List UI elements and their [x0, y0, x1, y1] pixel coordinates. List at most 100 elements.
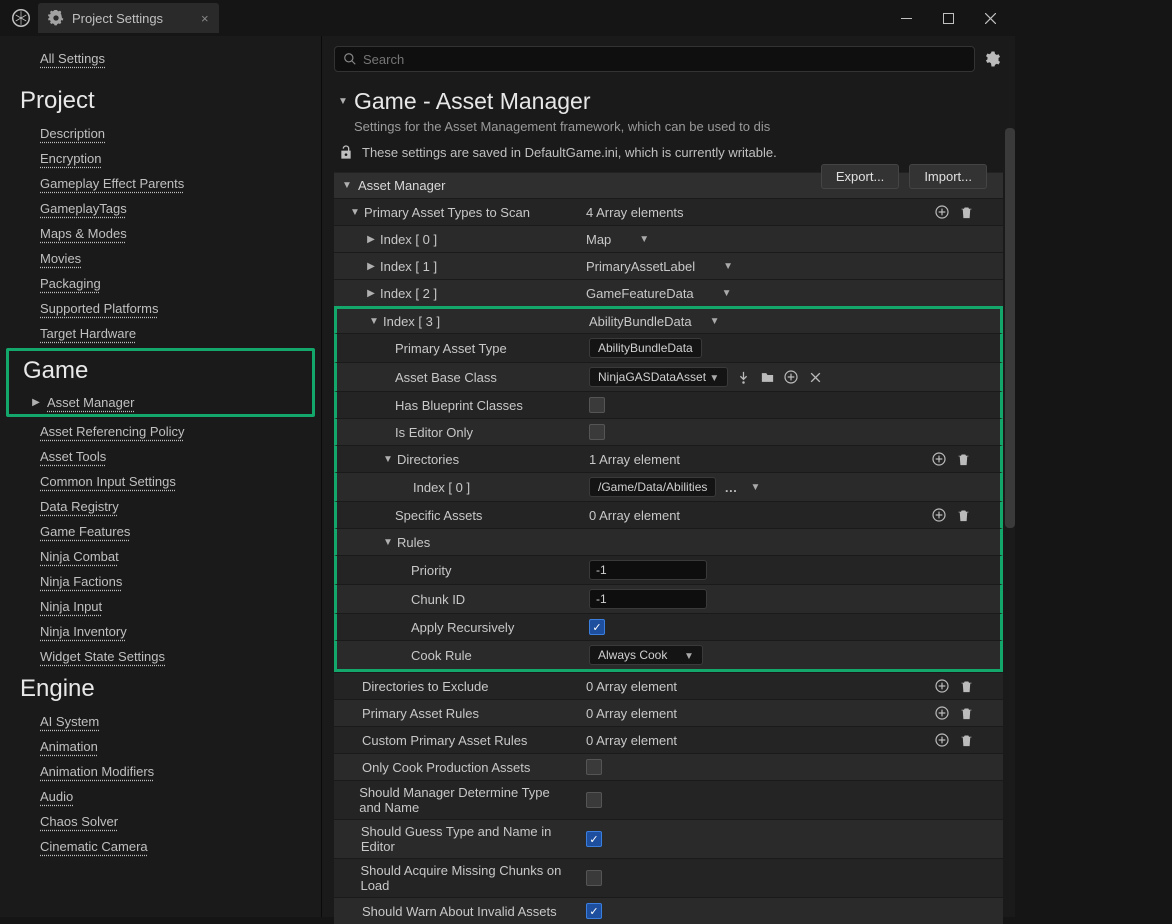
path-input[interactable]: /Game/Data/Abilities: [589, 477, 716, 497]
collapse-icon[interactable]: ▼: [383, 454, 393, 465]
struct-dropdown[interactable]: AbilityBundleData▼: [589, 314, 720, 329]
add-new-icon[interactable]: [782, 368, 800, 386]
sidebar-item-audio[interactable]: Audio: [0, 784, 321, 809]
ini-message: These settings are saved in DefaultGame.…: [362, 145, 777, 160]
collapse-icon[interactable]: ▼: [369, 316, 379, 327]
prop-label: Cook Rule: [411, 648, 472, 663]
expand-icon[interactable]: ▶: [366, 261, 376, 272]
prop-label: Should Warn About Invalid Assets: [362, 904, 557, 919]
checkbox[interactable]: [586, 831, 602, 847]
struct-dropdown[interactable]: Map▼: [586, 232, 649, 247]
prop-label: Chunk ID: [411, 592, 465, 607]
index-label: Index [ 0 ]: [413, 480, 470, 495]
prop-label: Primary Asset Type: [395, 341, 507, 356]
use-selected-icon[interactable]: [734, 368, 752, 386]
sidebar-item-ninja-inventory[interactable]: Ninja Inventory: [0, 619, 321, 644]
expand-icon[interactable]: ▶: [366, 234, 376, 245]
number-input[interactable]: -1: [589, 560, 707, 580]
sidebar-item-chaos-solver[interactable]: Chaos Solver: [0, 809, 321, 834]
add-element-icon[interactable]: [930, 450, 948, 468]
sidebar-item-common-input-settings[interactable]: Common Input Settings: [0, 469, 321, 494]
close-button[interactable]: [969, 4, 1011, 32]
sidebar-item-animation[interactable]: Animation: [0, 734, 321, 759]
add-element-icon[interactable]: [933, 677, 951, 695]
checkbox[interactable]: [589, 424, 605, 440]
sidebar-item-ninja-combat[interactable]: Ninja Combat: [0, 544, 321, 569]
collapse-icon[interactable]: ▼: [383, 537, 393, 548]
sidebar-item-ai-system[interactable]: AI System: [0, 709, 321, 734]
prop-label: Should Manager Determine Type and Name: [359, 785, 574, 815]
sidebar-item-data-registry[interactable]: Data Registry: [0, 494, 321, 519]
collapse-icon[interactable]: ▼: [342, 180, 352, 191]
text-input[interactable]: AbilityBundleData: [589, 338, 702, 358]
chevron-down-icon[interactable]: ▼: [746, 478, 764, 496]
titlebar: Project Settings ×: [0, 0, 1015, 36]
sidebar-item-game-features[interactable]: Game Features: [0, 519, 321, 544]
add-element-icon[interactable]: [933, 203, 951, 221]
tab-close-icon[interactable]: ×: [201, 11, 209, 26]
sidebar-category-project: Project: [0, 81, 321, 121]
sidebar-item-gameplay-effect-parents[interactable]: Gameplay Effect Parents: [0, 171, 321, 196]
sidebar-item-encryption[interactable]: Encryption: [0, 146, 321, 171]
tab-title: Project Settings: [72, 11, 163, 26]
export-button[interactable]: Export...: [821, 164, 899, 189]
sidebar-item-ninja-input[interactable]: Ninja Input: [0, 594, 321, 619]
add-element-icon[interactable]: [930, 506, 948, 524]
settings-gear-icon[interactable]: [983, 49, 1003, 69]
clear-array-icon[interactable]: [957, 203, 975, 221]
sidebar-item-widget-state-settings[interactable]: Widget State Settings: [0, 644, 321, 669]
clear-array-icon[interactable]: [954, 506, 972, 524]
checkbox[interactable]: [586, 759, 602, 775]
sidebar-item-maps-modes[interactable]: Maps & Modes: [0, 221, 321, 246]
struct-dropdown[interactable]: PrimaryAssetLabel▼: [586, 259, 733, 274]
clear-array-icon[interactable]: [957, 704, 975, 722]
sidebar-item-cinematic-camera[interactable]: Cinematic Camera: [0, 834, 321, 859]
tab-project-settings[interactable]: Project Settings ×: [38, 3, 219, 33]
index-label: Index [ 3 ]: [383, 314, 440, 329]
maximize-button[interactable]: [927, 4, 969, 32]
sidebar-item-asset-tools[interactable]: Asset Tools: [0, 444, 321, 469]
search-field[interactable]: [363, 52, 966, 67]
import-button[interactable]: Import...: [909, 164, 987, 189]
add-element-icon[interactable]: [933, 704, 951, 722]
expand-icon[interactable]: ▶: [366, 288, 376, 299]
sidebar-item-asset-manager[interactable]: ▶Asset Manager: [9, 391, 312, 414]
prop-label: Directories: [397, 452, 459, 467]
checkbox[interactable]: [586, 792, 602, 808]
checkbox[interactable]: [586, 870, 602, 886]
checkbox[interactable]: [589, 619, 605, 635]
clear-icon[interactable]: [806, 368, 824, 386]
sidebar-all-settings[interactable]: All Settings: [0, 46, 321, 71]
prop-label: Should Acquire Missing Chunks on Load: [360, 863, 574, 893]
array-count: 4 Array elements: [586, 205, 684, 220]
collapse-icon[interactable]: ▼: [350, 207, 360, 218]
sidebar-item-asset-referencing-policy[interactable]: Asset Referencing Policy: [0, 419, 321, 444]
more-icon[interactable]: …: [722, 478, 740, 496]
number-input[interactable]: -1: [589, 589, 707, 609]
browse-icon[interactable]: [758, 368, 776, 386]
clear-array-icon[interactable]: [957, 731, 975, 749]
sidebar-item-gameplaytags[interactable]: GameplayTags: [0, 196, 321, 221]
sidebar-item-target-hardware[interactable]: Target Hardware: [0, 321, 321, 346]
clear-array-icon[interactable]: [957, 677, 975, 695]
class-picker[interactable]: NinjaGASDataAsset ▼: [589, 367, 728, 387]
search-input[interactable]: [334, 46, 975, 72]
clear-array-icon[interactable]: [954, 450, 972, 468]
main-scrollbar[interactable]: [1005, 128, 1015, 917]
sidebar-item-packaging[interactable]: Packaging: [0, 271, 321, 296]
add-element-icon[interactable]: [933, 731, 951, 749]
checkbox[interactable]: [589, 397, 605, 413]
settings-tab-icon: [48, 10, 64, 26]
sidebar[interactable]: All Settings ProjectDescriptionEncryption…: [0, 36, 322, 917]
sidebar-item-description[interactable]: Description: [0, 121, 321, 146]
minimize-button[interactable]: [885, 4, 927, 32]
section-collapse-icon[interactable]: ▼: [338, 96, 348, 107]
struct-dropdown[interactable]: GameFeatureData▼: [586, 286, 732, 301]
sidebar-item-ninja-factions[interactable]: Ninja Factions: [0, 569, 321, 594]
sidebar-item-supported-platforms[interactable]: Supported Platforms: [0, 296, 321, 321]
sidebar-item-movies[interactable]: Movies: [0, 246, 321, 271]
enum-dropdown[interactable]: Always Cook ▼: [589, 645, 703, 665]
sidebar-item-animation-modifiers[interactable]: Animation Modifiers: [0, 759, 321, 784]
prop-label: Specific Assets: [395, 508, 482, 523]
main-panel: ▼ Game - Asset Manager Settings for the …: [322, 36, 1015, 917]
